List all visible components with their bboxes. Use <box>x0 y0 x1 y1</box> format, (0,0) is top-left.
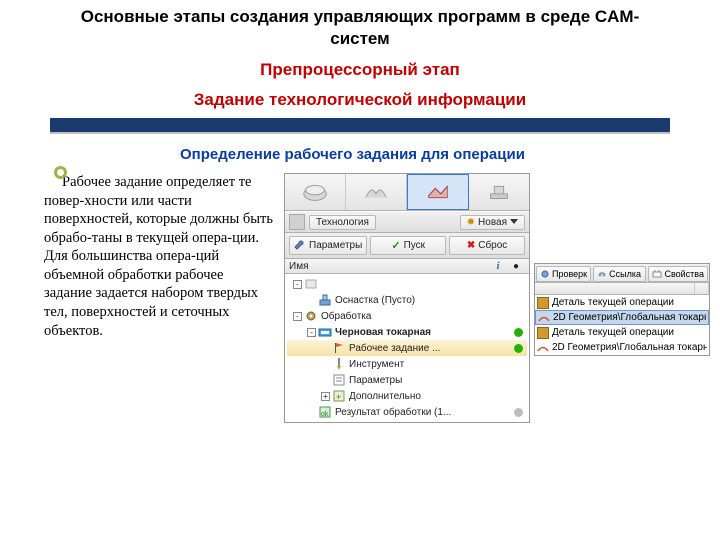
tree-label: Инструмент <box>349 359 527 370</box>
result-icon: ok <box>318 405 332 419</box>
item-label: 2D Геометрия\Глобальная токарн... <box>552 342 707 353</box>
tree-row[interactable]: - <box>287 276 527 292</box>
chevron-down-icon <box>510 218 518 226</box>
status-dot <box>514 328 523 337</box>
technology-tab[interactable]: Технология <box>309 215 376 230</box>
op-icon <box>318 325 332 339</box>
svg-text:+: + <box>336 392 341 402</box>
new-button[interactable]: ✸Новая <box>460 215 525 230</box>
thumb-4[interactable] <box>469 174 529 210</box>
technology-panel: Технология ✸Новая Параметры ✓ Пуск ✖Сброс… <box>284 173 530 423</box>
properties-tab[interactable]: Проверк <box>536 266 591 282</box>
operation-tree[interactable]: -Оснастка (Пусто)-Обработка-Черновая ток… <box>285 274 529 422</box>
surf-icon <box>538 312 550 324</box>
tree-row[interactable]: Инструмент <box>287 356 527 372</box>
tree-row[interactable]: - Обработка <box>287 308 527 324</box>
cube-icon <box>537 327 549 339</box>
tool-icon <box>332 357 346 371</box>
star-icon: ✸ <box>467 217 475 228</box>
tree-row[interactable]: ok Результат обработки (1... <box>287 404 527 420</box>
list-item[interactable]: Деталь текущей операции <box>535 325 709 340</box>
blank-icon <box>304 277 318 291</box>
reset-button[interactable]: ✖Сброс <box>449 236 525 255</box>
tree-label: Параметры <box>349 375 527 386</box>
fixture-icon <box>318 293 332 307</box>
column-status[interactable]: ● <box>507 261 525 272</box>
tree-label: Результат обработки (1... <box>335 407 514 418</box>
surf-icon <box>537 342 549 354</box>
tree-label: Рабочее задание ... <box>349 343 514 354</box>
tree-row[interactable]: + + Дополнительно <box>287 388 527 404</box>
bullet-marker <box>54 166 67 179</box>
new-button-label: Новая <box>478 217 507 228</box>
expander-icon[interactable]: - <box>307 328 316 337</box>
item-label: 2D Геометрия\Глобальная токарн... <box>553 312 706 323</box>
body-paragraph-2: Для большинства опера-ций объемной обраб… <box>44 248 258 338</box>
list-item[interactable]: 2D Геометрия\Глобальная токарн... <box>535 340 709 355</box>
run-button-label: Пуск <box>404 240 425 251</box>
x-icon: ✖ <box>467 240 475 251</box>
properties-header <box>535 283 709 295</box>
tab-label: Свойства <box>664 269 704 279</box>
properties-list[interactable]: Деталь текущей операции 2D Геометрия\Глоб… <box>535 295 709 355</box>
tree-label: Обработка <box>321 311 527 322</box>
tree-label: Дополнительно <box>349 391 527 402</box>
tree-label: Черновая токарная <box>335 327 514 338</box>
params-icon <box>332 373 346 387</box>
item-label: Деталь текущей операции <box>552 297 674 308</box>
panel-tabbar: Технология ✸Новая <box>285 211 529 233</box>
properties-tabs: Проверк Ссылка Свойства <box>535 264 709 283</box>
tab-label: Проверк <box>552 269 587 279</box>
params-button[interactable]: Параметры <box>289 236 367 255</box>
properties-tab[interactable]: Свойства <box>648 266 708 282</box>
run-button[interactable]: ✓ Пуск <box>370 236 446 255</box>
tree-column-header: Имя i ● <box>285 259 529 274</box>
status-dot <box>514 344 523 353</box>
stage-title: Препроцессорный этап <box>0 60 720 80</box>
list-item[interactable]: 2D Геометрия\Глобальная токарн... <box>535 310 709 325</box>
task-title: Задание технологической информации <box>0 90 720 110</box>
cube-icon <box>537 297 549 309</box>
item-label: Деталь текущей операции <box>552 327 674 338</box>
body-text: Рабочее задание определяет те повер-хнос… <box>44 173 274 423</box>
tree-row[interactable]: Оснастка (Пусто) <box>287 292 527 308</box>
tree-label: Оснастка (Пусто) <box>335 295 527 306</box>
subtitle: Определение рабочего задания для операци… <box>180 146 720 163</box>
thumb-1[interactable] <box>285 174 346 210</box>
wrench-icon <box>294 240 306 252</box>
extra-icon: + <box>332 389 346 403</box>
params-button-label: Параметры <box>309 240 362 251</box>
expander-icon[interactable]: + <box>321 392 330 401</box>
status-dot <box>514 408 523 417</box>
separator-bar <box>50 118 670 132</box>
expander-icon[interactable]: - <box>293 312 302 321</box>
flag-icon <box>332 341 346 355</box>
tool-icon[interactable] <box>289 214 305 230</box>
check-icon: ✓ <box>391 239 400 252</box>
tree-row[interactable]: Рабочее задание ... <box>287 340 527 356</box>
view-thumbnails <box>285 174 529 211</box>
expander-icon[interactable]: - <box>293 280 302 289</box>
gear-icon <box>304 309 318 323</box>
reset-button-label: Сброс <box>478 240 507 251</box>
list-item[interactable]: Деталь текущей операции <box>535 295 709 310</box>
properties-tab[interactable]: Ссылка <box>593 266 646 282</box>
action-button-row: Параметры ✓ Пуск ✖Сброс <box>285 233 529 259</box>
column-info[interactable]: i <box>489 260 507 272</box>
properties-panel: Проверк Ссылка Свойства Деталь текущей опе… <box>534 263 710 356</box>
tree-row[interactable]: Параметры <box>287 372 527 388</box>
column-name[interactable]: Имя <box>289 261 489 272</box>
svg-text:ok: ok <box>321 411 329 418</box>
thumb-3[interactable] <box>407 174 469 210</box>
thumb-2[interactable] <box>346 174 407 210</box>
body-paragraph-1: Рабочее задание определяет те повер-хнос… <box>44 173 274 247</box>
main-title: Основные этапы создания управляющих прог… <box>0 6 720 50</box>
tab-label: Ссылка <box>609 269 641 279</box>
tree-row[interactable]: - Черновая токарная <box>287 324 527 340</box>
